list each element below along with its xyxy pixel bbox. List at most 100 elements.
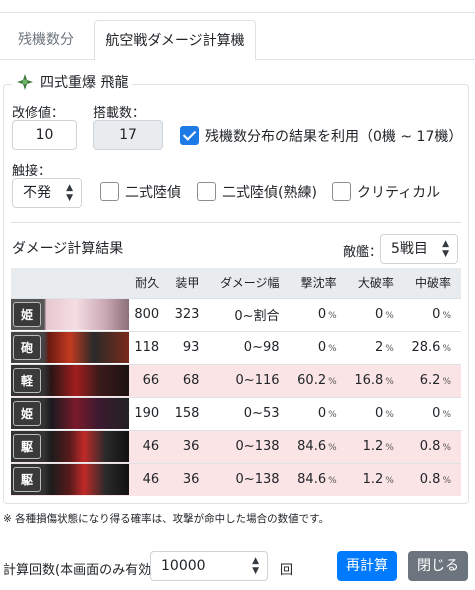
cell-mid: 28.6%: [403, 330, 461, 364]
cell-heavy: 1.2%: [346, 429, 404, 463]
count-select[interactable]: 10000 ▲ ▼: [150, 551, 268, 581]
col-banner: [11, 268, 129, 298]
destroyer-enemy-banner: 駆: [11, 464, 129, 496]
table-header: 耐久 装甲 ダメージ幅 撃沈率 大破率 中破率: [11, 268, 461, 298]
table-row: 駆 46 36 0~138 84.6% 1.2% 0.8%: [11, 462, 461, 496]
cell-hp: 800: [129, 297, 170, 331]
critical-checkbox[interactable]: [332, 182, 351, 201]
tab-bar: 残機数分布 航空戦ダメージ計算機: [0, 20, 475, 88]
critical-label: クリティカル: [357, 185, 441, 201]
cell-mid: 6.2%: [403, 363, 461, 397]
cell-hp: 118: [129, 330, 170, 364]
cell-sink: 60.2%: [289, 363, 347, 397]
cell-hp: 46: [129, 462, 170, 496]
ship-banner: 姫: [11, 396, 129, 430]
cell-range: 0~98: [209, 330, 290, 364]
cell-mid: 0%: [403, 297, 461, 331]
use-distribution-checkbox[interactable]: [180, 126, 199, 145]
recon-checkbox[interactable]: [100, 182, 119, 201]
col-heavy: 大破率: [346, 268, 404, 298]
col-sink: 撃沈率: [289, 268, 347, 298]
cell-hp: 46: [129, 429, 170, 463]
enemy-select[interactable]: 5戦目 ▲ ▼: [380, 234, 458, 264]
count-unit: 回: [280, 563, 294, 578]
top-border: [0, 12, 475, 13]
table-row: 姫 800 323 0~割合 0% 0% 0%: [11, 297, 461, 331]
ship-type-badge: 砲: [13, 335, 41, 360]
table-row: 砲 118 93 0~98 0% 2% 28.6%: [11, 330, 461, 364]
dark-princess-banner: 姫: [11, 398, 129, 429]
col-mid: 中破率: [403, 268, 461, 298]
table-row: 姫 190 158 0~53 0% 0% 0%: [11, 396, 461, 430]
col-range: ダメージ幅: [209, 268, 290, 298]
cell-sink: 0%: [289, 330, 347, 364]
cell-mid: 0%: [403, 396, 461, 430]
table-row: 駆 46 36 0~138 84.6% 1.2% 0.8%: [11, 429, 461, 463]
ship-type-badge: 駆: [13, 434, 41, 459]
tab-air-damage-calc[interactable]: 航空戦ダメージ計算機: [94, 20, 256, 61]
bomber-plane-icon: [17, 74, 33, 90]
cell-mid: 0.8%: [403, 462, 461, 496]
footnote: ※ 各種損傷状態になり得る確率は、攻撃が命中した場合の数値です。: [3, 513, 330, 525]
count-select-value: 10000: [161, 558, 206, 574]
recon-label: 二式陸偵: [125, 185, 181, 201]
ship-name: 四式重爆 飛龍: [40, 75, 129, 91]
select-arrows-icon: ▲ ▼: [66, 183, 73, 203]
slot-label: 搭載数：: [93, 106, 146, 121]
cell-armor: 36: [169, 462, 210, 496]
select-arrows-icon: ▲ ▼: [442, 239, 449, 259]
col-armor: 装甲: [169, 268, 210, 298]
cell-sink: 0%: [289, 396, 347, 430]
cell-heavy: 1.2%: [346, 462, 404, 496]
cell-range: 0~割合: [209, 297, 290, 331]
recon-veteran-label: 二式陸偵(熟練): [222, 185, 317, 201]
enemy-select-value: 5戦目: [391, 241, 428, 257]
ship-type-badge: 駆: [13, 467, 41, 493]
section-divider: [11, 222, 461, 223]
slot-input: 17: [93, 120, 163, 150]
red-turret-installation-banner: 砲: [11, 332, 129, 363]
cell-sink: 84.6%: [289, 462, 347, 496]
cell-range: 0~116: [209, 363, 290, 397]
ship-title: 四式重爆 飛龍: [12, 72, 133, 92]
cell-heavy: 16.8%: [346, 363, 404, 397]
cell-range: 0~53: [209, 396, 290, 430]
cell-heavy: 2%: [346, 330, 404, 364]
contact-select-value: 不発: [23, 185, 51, 201]
cell-range: 0~138: [209, 429, 290, 463]
ship-banner: 駆: [11, 429, 129, 463]
enemy-label: 敵艦：: [343, 245, 383, 260]
ship-type-badge: 軽: [13, 368, 41, 393]
improvement-label: 改修値：: [12, 106, 65, 121]
cell-heavy: 0%: [346, 297, 404, 331]
ship-type-badge: 姫: [13, 302, 41, 327]
count-label: 計算回数(本画面のみ有効): [3, 563, 157, 578]
cell-mid: 0.8%: [403, 429, 461, 463]
tab-distribution[interactable]: 残機数分布: [3, 20, 89, 88]
contact-select[interactable]: 不発 ▲ ▼: [12, 178, 82, 208]
table-row: 軽 66 68 0~116 60.2% 16.8% 6.2%: [11, 363, 461, 397]
results-table: 耐久 装甲 ダメージ幅 撃沈率 大破率 中破率 姫 800 323 0~割合 0%…: [11, 268, 461, 496]
ship-type-badge: 姫: [13, 401, 41, 426]
cell-hp: 66: [129, 363, 170, 397]
cell-range: 0~138: [209, 462, 290, 496]
improvement-input[interactable]: 10: [12, 120, 77, 150]
close-button[interactable]: 閉じる: [408, 551, 468, 581]
recon-veteran-checkbox[interactable]: [197, 182, 216, 201]
ship-banner: 軽: [11, 363, 129, 397]
contact-label: 触接：: [12, 164, 52, 179]
cell-armor: 68: [169, 363, 210, 397]
ship-banner: 砲: [11, 330, 129, 364]
use-distribution-label: 残機数分布の結果を利用（0機 ~ 17機）: [205, 129, 463, 145]
cell-heavy: 0%: [346, 396, 404, 430]
results-title: ダメージ計算結果: [12, 241, 124, 257]
cell-sink: 84.6%: [289, 429, 347, 463]
light-cruiser-enemy-banner: 軽: [11, 365, 129, 396]
cell-armor: 323: [169, 297, 210, 331]
select-arrows-icon: ▲ ▼: [252, 556, 259, 576]
ship-banner: 駆: [11, 462, 129, 496]
cell-hp: 190: [129, 396, 170, 430]
recalc-button[interactable]: 再計算: [337, 551, 397, 581]
cell-armor: 36: [169, 429, 210, 463]
cell-sink: 0%: [289, 297, 347, 331]
